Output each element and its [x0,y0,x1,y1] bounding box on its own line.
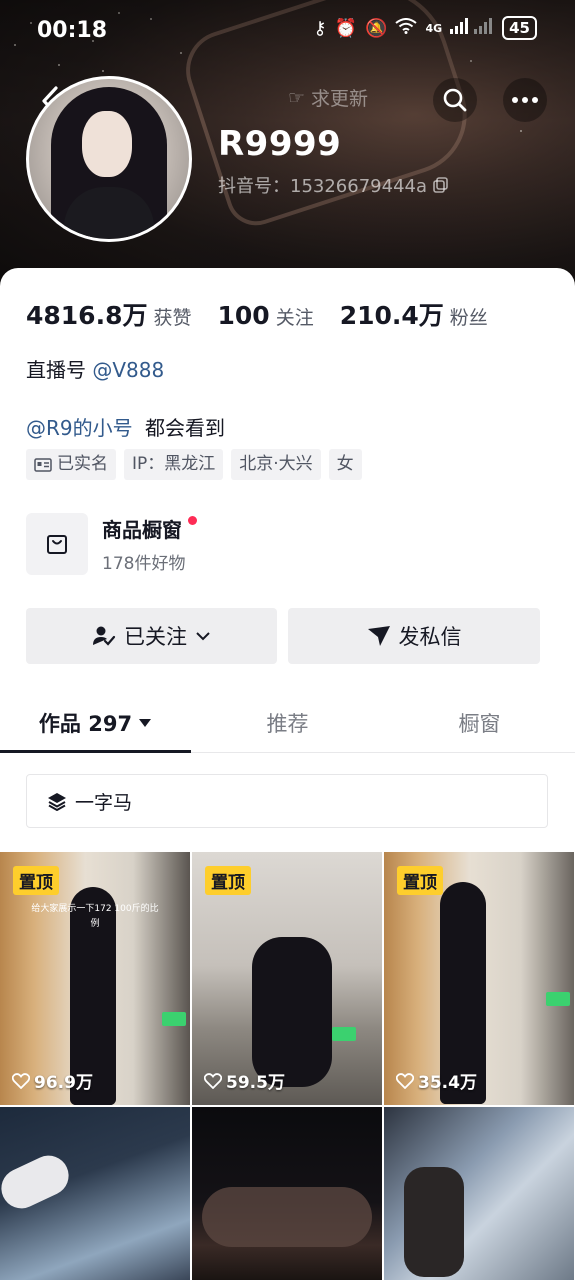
stat-following[interactable]: 100 关注 [218,301,314,330]
tag-label: 北京·大兴 [239,454,313,474]
shop-subtitle: 178件好物 [102,554,186,574]
video-thumbnail[interactable] [384,1107,574,1280]
pinned-badge: 置顶 [13,866,59,895]
tag-label: 已实名 [57,454,108,474]
following-label: 已关注 [124,625,187,649]
request-update-label: 求更新 [311,88,369,110]
tab-label: 橱窗 [458,712,501,736]
bio: @R9的小号 都会看到 [26,412,225,441]
tab-label: 推荐 [266,712,309,736]
profile-tags: 已实名 IP：黑龙江 北京·大兴 女 [26,449,362,480]
status-bar: 00:18 ⚷ ⏰ 🔕 4G 45 [0,0,575,60]
collection-label: 一字马 [75,791,133,814]
mute-icon: 🔕 [365,17,388,39]
stat-number: 210.4万 [339,301,444,330]
heart-icon [204,1072,222,1089]
pinned-badge: 置顶 [205,866,251,895]
tag-verified: 已实名 [26,449,116,480]
live-label: 直播号 [26,358,86,382]
live-handle-link[interactable]: @V888 [92,358,164,382]
profile-name: R9999 [218,124,342,164]
key-icon: ⚷ [313,17,327,39]
tab-shop[interactable]: 橱窗 [384,694,575,752]
alarm-icon: ⏰ [334,17,358,39]
copy-icon [433,177,448,193]
shop-window-entry[interactable]: 商品橱窗 178件好物 [26,512,198,576]
stat-number: 4816.8万 [26,301,148,330]
following-button[interactable]: 已关注 [26,608,277,664]
tag-location: 北京·大兴 [231,449,321,480]
network-label: 4G [425,21,443,35]
douyin-id-text: 抖音号：15326679444a [218,176,428,197]
request-update-button[interactable]: ☞ 求更新 [288,84,368,111]
tag-label: 女 [336,454,354,474]
status-icons: ⚷ ⏰ 🔕 4G 45 [313,16,537,40]
message-button[interactable]: 发私信 [288,608,540,664]
status-time: 00:18 [37,18,108,43]
battery-icon: 45 [502,16,537,40]
more-button[interactable] [503,78,547,122]
heart-icon [396,1072,414,1089]
stat-label: 关注 [275,307,314,329]
heart-icon [12,1072,30,1089]
content-tabs: 作品 297 推荐 橱窗 [0,694,575,753]
stat-number: 100 [217,301,270,330]
bag-icon [47,535,67,554]
stat-likes[interactable]: 4816.8万 获赞 [26,296,192,332]
like-count: 96.9万 [12,1068,93,1093]
shop-title: 商品橱窗 [102,514,198,543]
tab-works[interactable]: 作品 297 [0,694,191,752]
stat-label: 粉丝 [449,307,488,329]
video-thumbnail[interactable] [0,1107,190,1280]
hand-point-icon: ☞ [288,86,306,109]
caret-down-icon [139,719,152,727]
tab-indicator [0,750,191,753]
like-count: 59.5万 [204,1068,285,1093]
bio-mention-link[interactable]: @R9的小号 [26,416,133,440]
tab-recommend[interactable]: 推荐 [192,694,383,752]
video-thumbnail[interactable]: 置顶 59.5万 [192,852,382,1105]
id-card-icon [34,457,52,472]
bio-text: 都会看到 [144,416,225,440]
video-caption: 给大家展示一下172 100斤的比例 [31,904,159,929]
stats-row: 4816.8万 获赞 100 关注 210.4万 粉丝 [26,296,514,332]
video-thumbnail[interactable]: 置顶 35.4万 [384,852,574,1105]
message-label: 发私信 [398,625,462,649]
douyin-id-row[interactable]: 抖音号：15326679444a [218,172,449,198]
signal-icon [450,17,494,39]
video-thumbnail[interactable] [192,1107,382,1280]
search-icon [443,88,467,112]
tab-label: 作品 297 [38,712,133,736]
shop-icon-box [26,513,88,575]
collection-filter[interactable]: 一字马 [26,774,548,828]
tag-ip: IP：黑龙江 [124,449,224,480]
send-icon [367,626,390,646]
pinned-badge: 置顶 [397,866,443,895]
wifi-icon [395,17,418,39]
live-account-row: 直播号 @V888 [26,354,164,383]
video-thumbnail[interactable]: 给大家展示一下172 100斤的比例 置顶 96.9万 [0,852,190,1105]
stat-followers[interactable]: 210.4万 粉丝 [340,296,488,332]
stat-label: 获赞 [153,307,192,329]
person-check-icon [93,626,116,646]
layers-icon [48,793,66,811]
chevron-down-icon [196,632,210,641]
like-count: 35.4万 [396,1068,477,1093]
tag-label: IP：黑龙江 [132,454,216,474]
tag-gender: 女 [328,449,362,480]
search-button[interactable] [433,78,477,122]
more-icon [512,97,538,103]
avatar[interactable] [26,76,192,242]
